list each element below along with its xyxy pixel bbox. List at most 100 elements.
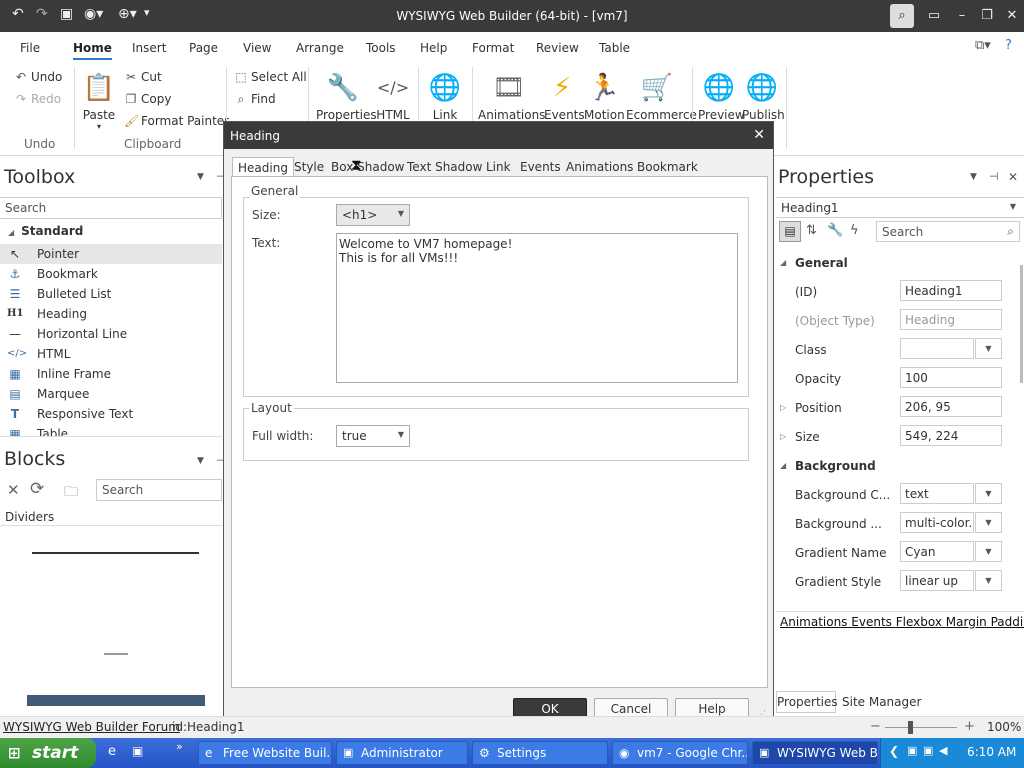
link-flexbox[interactable]: Flexbox (896, 615, 942, 629)
prop-value-background-type[interactable]: multi-color... (900, 512, 974, 533)
folder-icon[interactable]: 🗀 (64, 481, 78, 505)
tab-bookmark[interactable]: Bookmark (637, 160, 698, 174)
prop-value-size[interactable]: 549, 224 (900, 425, 1002, 446)
chevron-down-icon[interactable]: ▼ (975, 338, 1002, 359)
divider-block-line[interactable] (32, 552, 199, 554)
object-selector[interactable]: Heading1 ▼ (776, 197, 1024, 218)
format-painter-button[interactable]: 🖌 Format Painter (124, 114, 229, 128)
close-icon[interactable]: ✕ (1000, 4, 1024, 28)
paste-button[interactable]: 📋 Paste ▾ (80, 68, 118, 131)
divider-block-text[interactable] (104, 653, 128, 655)
toolbox-item-html[interactable]: </> HTML (0, 344, 222, 364)
expand-triangle-icon[interactable]: ▷ (780, 432, 786, 441)
task-administrator[interactable]: ▣ Administrator (336, 741, 468, 765)
properties-pin-icon[interactable]: ⊣ (989, 170, 999, 183)
tab-heading[interactable]: Heading (232, 157, 294, 178)
menu-help[interactable]: Help (420, 41, 447, 55)
toolbox-item-heading[interactable]: H1 Heading (0, 304, 222, 324)
prop-value-gradient-name[interactable]: Cyan (900, 541, 974, 562)
general-section[interactable]: ◢ General (780, 256, 848, 270)
task-wysiwyg-web-builder[interactable]: ▣WYSIWYG Web B... (752, 741, 878, 765)
menu-page[interactable]: Page (189, 41, 218, 55)
link-events[interactable]: Events (851, 615, 892, 629)
menu-insert[interactable]: Insert (132, 41, 166, 55)
copy-button[interactable]: ❐ Copy (124, 92, 172, 106)
layout-switch-icon[interactable]: ⧉▾ (975, 38, 991, 53)
ribbon-display-icon[interactable]: ▭ (922, 4, 946, 28)
toolbox-item-table[interactable]: ▦ Table (0, 424, 222, 436)
zoom-slider-thumb[interactable] (908, 721, 913, 734)
tab-events[interactable]: Events (520, 160, 561, 174)
full-width-select[interactable]: true ▼ (336, 425, 410, 447)
menu-review[interactable]: Review (536, 41, 579, 55)
security-icon[interactable]: ▣ (923, 744, 933, 757)
find-button[interactable]: ⌕ Find (234, 92, 276, 107)
html-button[interactable]: </> HTML (376, 68, 410, 122)
toolbox-item-inline-frame[interactable]: ▦ Inline Frame (0, 364, 222, 384)
prop-value-class[interactable] (900, 338, 974, 359)
toolbox-item-pointer[interactable]: ↖ Pointer (0, 244, 222, 264)
properties-button[interactable]: 🔧 Properties (316, 68, 377, 122)
refresh-icon[interactable]: ⟳ (30, 479, 44, 499)
link-animations[interactable]: Animations (780, 615, 847, 629)
expand-triangle-icon[interactable]: ▷ (780, 403, 786, 412)
events-button[interactable]: ⚡ Events (544, 68, 585, 122)
desktop-quicklaunch-icon[interactable]: ▣ (132, 744, 143, 758)
task-free-website-builder[interactable]: e Free Website Buil... (198, 741, 332, 765)
prop-value-opacity[interactable]: 100 (900, 367, 1002, 388)
tab-animations[interactable]: Animations (566, 160, 633, 174)
cut-button[interactable]: ✂ Cut (124, 70, 162, 84)
toolbox-menu-icon[interactable]: ▼ (197, 172, 204, 182)
minimize-icon[interactable]: – (950, 4, 974, 28)
toolbox-item-horizontal-line[interactable]: — Horizontal Line (0, 324, 222, 344)
motion-button[interactable]: 🏃 Motion (584, 68, 625, 122)
link-padding[interactable]: Padding (991, 615, 1024, 629)
preview-button[interactable]: 🌐 Preview (698, 68, 745, 122)
zoom-slider-track[interactable] (885, 727, 957, 728)
task-chrome[interactable]: ◉ vm7 - Google Chr... (612, 741, 748, 765)
network-icon[interactable]: ▣ (907, 744, 917, 757)
chevron-right-icon[interactable]: » (176, 740, 183, 753)
publish-button[interactable]: 🌐 Publish (742, 68, 785, 122)
sort-icon[interactable]: ⇅ (806, 223, 817, 238)
forum-link[interactable]: WYSIWYG Web Builder Forum (3, 720, 180, 734)
undo-button[interactable]: ↶ Undo (14, 70, 62, 84)
wrench-icon[interactable]: 🔧 (827, 223, 843, 238)
categorized-view-icon[interactable]: ▤ (779, 221, 801, 242)
menu-view[interactable]: View (243, 41, 271, 55)
toolbox-item-bookmark[interactable]: ⚓ Bookmark (0, 264, 222, 284)
blocks-menu-icon[interactable]: ▼ (197, 456, 204, 466)
back-arrow-icon[interactable]: ❮ (889, 744, 899, 758)
volume-icon[interactable]: ◀ (939, 744, 947, 757)
divider-block-bar[interactable] (27, 695, 205, 706)
chevron-down-icon[interactable]: ▼ (975, 541, 1002, 562)
tab-box-shadow[interactable]: Box Shadow (331, 160, 404, 174)
start-button[interactable]: ⊞ start (0, 738, 96, 768)
ie-quicklaunch-icon[interactable]: e (108, 744, 116, 759)
search-icon[interactable]: ⌕ (890, 4, 914, 28)
link-button[interactable]: 🌐 Link (426, 68, 464, 122)
animations-button[interactable]: 🎞 Animations (478, 68, 545, 122)
lightning-icon[interactable]: ϟ (850, 223, 859, 238)
clock[interactable]: 6:10 AM (967, 745, 1016, 759)
prop-value-position[interactable]: 206, 95 (900, 396, 1002, 417)
zoom-in-icon[interactable]: + (964, 719, 975, 734)
menu-arrange[interactable]: Arrange (296, 41, 344, 55)
properties-search-input[interactable]: Search ⌕ (876, 221, 1020, 242)
menu-home[interactable]: Home (73, 41, 112, 60)
chevron-down-icon[interactable]: ▼ (975, 570, 1002, 591)
close-icon[interactable]: ✕ (7, 481, 20, 499)
chevron-down-icon[interactable]: ▼ (975, 483, 1002, 504)
prop-value-background-color[interactable]: text (900, 483, 974, 504)
prop-value-id[interactable]: Heading1 (900, 280, 1002, 301)
chevron-down-icon[interactable]: ▼ (975, 512, 1002, 533)
tab-properties[interactable]: Properties (776, 691, 838, 713)
redo-button[interactable]: ↷ Redo (14, 92, 61, 106)
text-textarea[interactable]: Welcome to VM7 homepage! This is for all… (336, 233, 738, 383)
toolbox-item-bulleted-list[interactable]: ☰ Bulleted List (0, 284, 222, 304)
menu-table[interactable]: Table (599, 41, 630, 55)
link-margin[interactable]: Margin (946, 615, 987, 629)
task-settings[interactable]: ⚙ Settings (472, 741, 608, 765)
toolbox-category[interactable]: ◢ Standard (8, 224, 83, 238)
help-icon[interactable]: ? (1005, 38, 1012, 53)
